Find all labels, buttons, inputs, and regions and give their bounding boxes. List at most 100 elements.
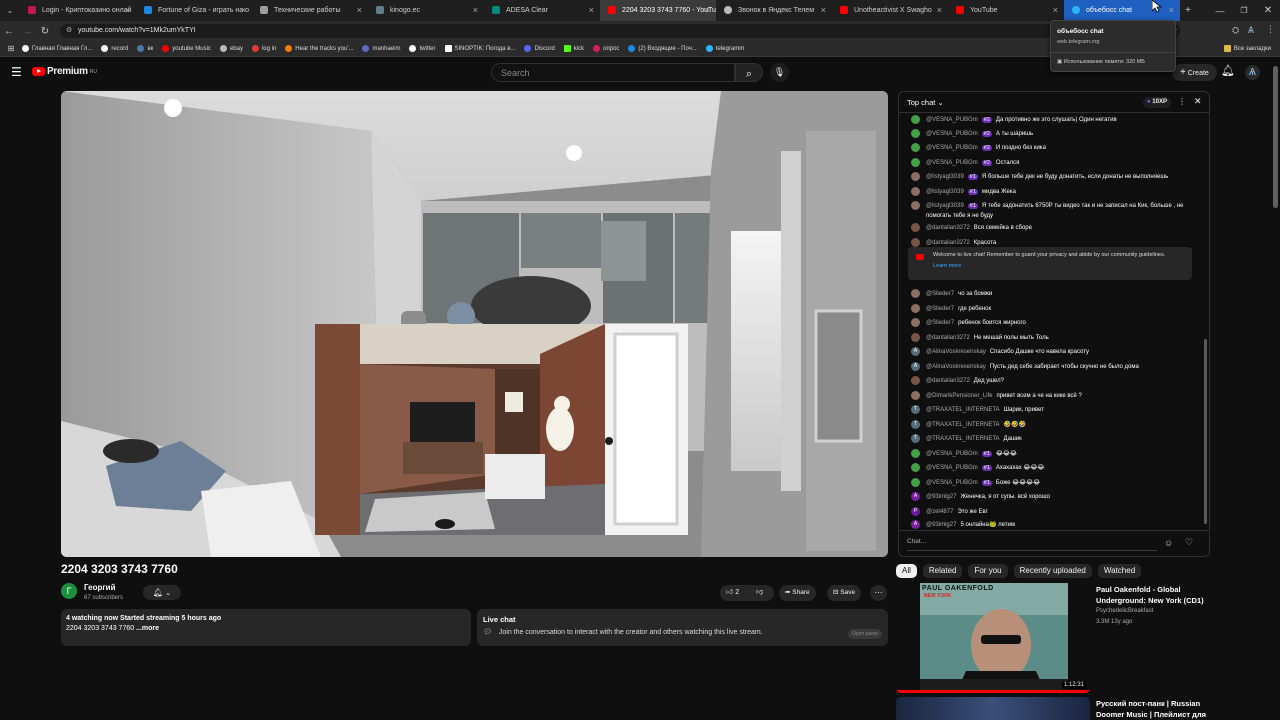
close-tab-icon[interactable]: × xyxy=(357,5,362,15)
chip-recently-uploaded[interactable]: Recently uploaded xyxy=(1013,564,1092,578)
close-tab-icon[interactable]: × xyxy=(1053,5,1058,15)
chat-scrollbar-thumb[interactable] xyxy=(1204,339,1207,524)
forward-icon[interactable]: → xyxy=(18,26,36,37)
bookmark-item[interactable]: SINOPTIK: Погода в... xyxy=(444,45,515,52)
chat-author-avatar[interactable] xyxy=(911,449,920,458)
super-chat-heart-icon[interactable]: ♡ xyxy=(1185,537,1193,548)
chat-author-name[interactable]: @VESNA_PUBGm xyxy=(926,465,978,471)
chat-message[interactable]: A @93imlg27 Женечка, я от супы. всё хорошо xyxy=(911,490,1050,503)
chip-for-you[interactable]: For you xyxy=(968,564,1008,578)
chat-author-avatar[interactable]: A xyxy=(911,492,920,501)
more-actions-icon[interactable]: ⋯ xyxy=(870,585,887,601)
bookmark-item[interactable]: twitter xyxy=(409,45,436,52)
tab-list-chevron-icon[interactable]: ⌄ xyxy=(0,6,20,15)
youtube-logo[interactable]: Premium RU xyxy=(32,66,97,77)
channel-name[interactable]: Георгий xyxy=(84,583,116,592)
chat-author-avatar[interactable] xyxy=(911,478,920,487)
chat-author-name[interactable]: @VESNA_PUBGm xyxy=(926,117,978,123)
emoji-icon[interactable]: ☺ xyxy=(1164,538,1173,548)
chat-message[interactable]: @VESNA_PUBGm #1 Боже 😂😂😂😂 xyxy=(911,476,1040,489)
related-video-item[interactable]: PAUL OAKENFOLD NEW YORK 1:12:31 Paul Oak… xyxy=(896,583,1216,693)
video-player[interactable] xyxy=(61,91,888,557)
page-scrollbar-thumb[interactable] xyxy=(1273,66,1278,208)
video-thumbnail[interactable]: PAUL OAKENFOLD NEW YORK 1:12:31 xyxy=(896,583,1090,693)
chat-author-name[interactable]: @dantalian3272 xyxy=(926,240,970,246)
chat-author-avatar[interactable]: P xyxy=(911,507,920,516)
chat-author-name[interactable]: @Slieder7 xyxy=(926,320,954,326)
chat-message[interactable]: @DimarikPensioner_Life привет всем а че н… xyxy=(911,389,1082,402)
chat-author-avatar[interactable] xyxy=(911,318,920,327)
chat-author-avatar[interactable] xyxy=(911,463,920,472)
apps-icon[interactable]: ⊞ xyxy=(0,44,22,53)
chat-author-avatar[interactable]: A xyxy=(911,362,920,371)
chat-message[interactable]: @Slieder7 ребенок боится жирного xyxy=(911,316,1026,329)
chat-message[interactable]: @VESNA_PUBGm #1 Ахахахах 😂😂😂 xyxy=(911,461,1044,474)
like-button[interactable]: 👍︎ 2 xyxy=(726,585,739,601)
browser-tab-active[interactable]: 2204 3203 3743 7760 - YouTu × xyxy=(600,0,716,21)
open-panel-button[interactable]: Open panel xyxy=(848,629,882,639)
chat-author-avatar[interactable]: T xyxy=(911,434,920,443)
related-video-title[interactable]: Русский пост-панк | Russian Doomer Music… xyxy=(1096,698,1216,720)
chat-message[interactable]: A @AlinaVoskresenskay Пусть дед себе забир… xyxy=(911,360,1139,373)
chat-author-avatar[interactable] xyxy=(911,223,920,232)
bookmark-item[interactable]: ebay xyxy=(219,45,243,52)
close-tab-icon[interactable]: × xyxy=(937,5,942,15)
page-scrollbar[interactable] xyxy=(1271,58,1280,720)
bookmark-item[interactable]: Главная Главная Гл... xyxy=(22,45,92,52)
save-button[interactable]: ⊟ Save xyxy=(827,585,862,601)
related-video-item[interactable]: Русский пост-панк | Russian Doomer Music… xyxy=(896,697,1216,720)
related-video-channel[interactable]: PsychedelicBreakfast xyxy=(1096,608,1153,614)
share-button[interactable]: ➦ Share xyxy=(779,585,816,601)
chat-author-avatar[interactable]: T xyxy=(911,420,920,429)
browser-tab-hovered[interactable]: объебосс chat × xyxy=(1064,0,1180,21)
channel-avatar[interactable]: Г xyxy=(61,583,77,599)
chat-author-avatar[interactable] xyxy=(911,158,920,167)
chat-author-name[interactable]: @AlinaVoskresenskay xyxy=(926,349,986,355)
bookmark-item[interactable]: manhaeim xyxy=(362,45,400,52)
notification-subscribe-button[interactable]: 🔔︎ ⌄ xyxy=(143,585,181,600)
extensions-icon[interactable]: ⛭ xyxy=(1232,25,1239,36)
chat-author-name[interactable]: @dantalian3272 xyxy=(926,335,970,341)
chat-message[interactable]: P @zet4877 Это же Евг xyxy=(911,505,988,518)
chat-input[interactable]: Chat... xyxy=(907,538,1157,551)
chat-author-name[interactable]: @VESNA_PUBGm xyxy=(926,131,978,137)
browser-tab[interactable]: YouTube × xyxy=(948,0,1064,21)
chat-author-name[interactable]: @listyagl3039 xyxy=(926,189,964,195)
chat-author-avatar[interactable] xyxy=(911,304,920,313)
chat-message[interactable]: @Slieder7 чо за бомжи xyxy=(911,287,992,300)
create-button[interactable]: + Create xyxy=(1172,64,1217,81)
chat-message[interactable]: @Slieder7 где ребенок xyxy=(911,302,991,315)
new-tab-icon[interactable]: + xyxy=(1180,5,1196,16)
bookmark-item[interactable]: youtube Music xyxy=(162,45,211,52)
browser-tab[interactable]: Login - Криптоказино онлай × xyxy=(20,0,136,21)
bookmark-item[interactable]: Hear the tracks you'... xyxy=(285,45,353,52)
top-chat-dropdown[interactable]: Top chat ⌄ xyxy=(907,98,944,107)
chat-menu-icon[interactable]: ⋮ xyxy=(1178,97,1186,106)
chat-author-name[interactable]: @AlinaVoskresenskay xyxy=(926,364,986,370)
chat-message[interactable]: A @AlinaVoskresenskay Спасибо Дашке что на… xyxy=(911,345,1089,358)
close-tab-icon[interactable]: × xyxy=(473,5,478,15)
chat-author-name[interactable]: @VESNA_PUBGm xyxy=(926,451,978,457)
chat-author-avatar[interactable]: A xyxy=(911,520,920,529)
account-avatar[interactable]: Ѧ xyxy=(1245,65,1260,80)
learn-more-link[interactable]: Learn more xyxy=(933,263,1186,269)
browser-tab[interactable]: kinogo.ec × xyxy=(368,0,484,21)
hamburger-menu-icon[interactable]: ☰ xyxy=(11,65,22,79)
close-chat-icon[interactable]: ✕ xyxy=(1194,96,1202,107)
close-tab-icon[interactable]: × xyxy=(589,5,594,15)
close-tab-icon[interactable]: × xyxy=(241,5,246,15)
chat-message[interactable]: T @TRAXATEL_INTERNETA 🤣🤣🤣 xyxy=(911,418,1026,431)
chat-author-name[interactable]: @TRAXATEL_INTERNETA xyxy=(926,407,1000,413)
chat-author-name[interactable]: @VESNA_PUBGm xyxy=(926,145,978,151)
chat-message[interactable]: @dantalian3272 Не мешай полы мыть Толь xyxy=(911,331,1049,344)
browser-tab[interactable]: Fortune of Giza - играть на о × xyxy=(136,0,252,21)
back-icon[interactable]: ← xyxy=(0,26,18,37)
chat-author-avatar[interactable] xyxy=(911,172,920,181)
chat-author-avatar[interactable]: T xyxy=(911,405,920,414)
chat-author-avatar[interactable] xyxy=(911,391,920,400)
search-input[interactable]: Search xyxy=(491,63,735,82)
related-video-title[interactable]: Paul Oakenfold - Global Underground: New… xyxy=(1096,584,1216,606)
chat-author-avatar[interactable] xyxy=(911,187,920,196)
browser-tab[interactable]: ADESA Clear × xyxy=(484,0,600,21)
browser-tab[interactable]: Unotheactivist X Swagho × xyxy=(832,0,948,21)
